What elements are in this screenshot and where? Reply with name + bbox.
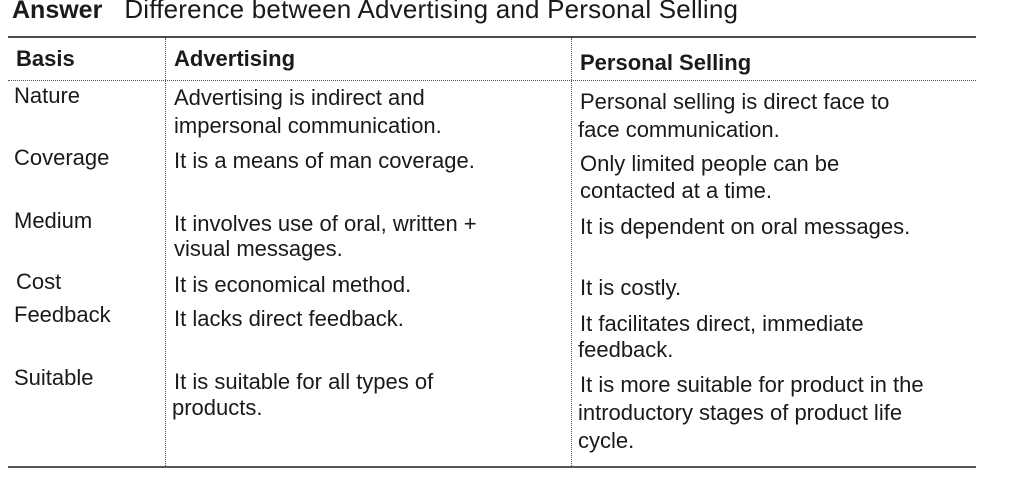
advertising-feedback-line: It lacks direct feedback. bbox=[174, 306, 404, 331]
personal-selling-nature-line: face communication. bbox=[578, 117, 780, 142]
comparison-table: Basis Advertising Personal Selling Natur… bbox=[8, 36, 976, 468]
header-advertising: Advertising bbox=[174, 46, 296, 71]
column-divider bbox=[165, 38, 166, 466]
personal-selling-suitable-line: introductory stages of product life bbox=[578, 400, 903, 425]
answer-label: Answer bbox=[12, 0, 103, 24]
personal-selling-cost-line: It is costly. bbox=[580, 275, 682, 300]
advertising-nature-line: impersonal communication. bbox=[174, 113, 442, 138]
page-title: Difference between Advertising and Perso… bbox=[124, 0, 739, 24]
personal-selling-feedback-line: It facilitates direct, immediate bbox=[580, 311, 864, 336]
advertising-medium-line: visual messages. bbox=[174, 236, 343, 261]
column-divider bbox=[571, 38, 572, 466]
basis-medium: Medium bbox=[14, 208, 93, 233]
personal-selling-feedback-line: feedback. bbox=[578, 337, 674, 362]
advertising-nature-line: Advertising is indirect and bbox=[174, 85, 425, 110]
basis-nature: Nature bbox=[14, 83, 81, 108]
header-basis: Basis bbox=[16, 46, 75, 71]
basis-coverage: Coverage bbox=[14, 145, 110, 170]
advertising-coverage-line: It is a means of man coverage. bbox=[174, 148, 475, 173]
page-heading: Answer Difference between Advertising and… bbox=[12, 0, 738, 26]
advertising-medium-line: It involves use of oral, written + bbox=[174, 211, 477, 236]
personal-selling-coverage-line: Only limited people can be bbox=[580, 151, 840, 176]
personal-selling-suitable-line: cycle. bbox=[578, 428, 635, 453]
header-personal-selling: Personal Selling bbox=[580, 50, 752, 75]
personal-selling-nature-line: Personal selling is direct face to bbox=[580, 89, 890, 114]
advertising-suitable-line: It is suitable for all types of bbox=[174, 369, 434, 394]
advertising-suitable-line: products. bbox=[172, 395, 263, 420]
basis-cost: Cost bbox=[16, 269, 62, 294]
advertising-cost-line: It is economical method. bbox=[174, 272, 412, 297]
personal-selling-coverage-line: contacted at a time. bbox=[580, 178, 772, 203]
header-divider bbox=[8, 80, 976, 81]
personal-selling-suitable-line: It is more suitable for product in the bbox=[580, 372, 924, 397]
personal-selling-medium-line: It is dependent on oral messages. bbox=[580, 214, 911, 239]
basis-feedback: Feedback bbox=[14, 302, 111, 327]
basis-suitable: Suitable bbox=[14, 365, 94, 390]
